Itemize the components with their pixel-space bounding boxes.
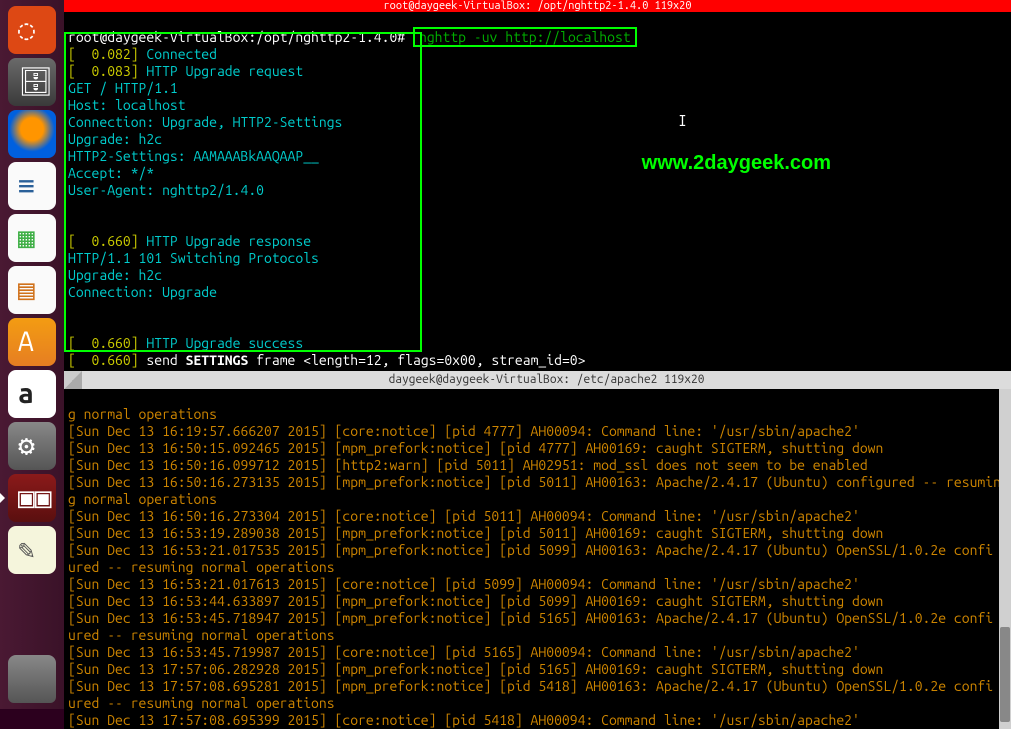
terminal-top-body[interactable]: root@daygeek-VirtualBox:/opt/nghttp2-1.4…	[64, 12, 1011, 369]
log-line: [Sun Dec 13 16:19:57.666207 2015] [core:…	[68, 423, 860, 439]
launcher-impress[interactable]: ▤	[8, 266, 56, 314]
log-line: [Sun Dec 13 17:57:08.695281 2015] [mpm_p…	[68, 678, 993, 694]
log-text: HTTP Upgrade request	[139, 63, 304, 79]
log-time: [ 0.660]	[68, 335, 139, 351]
document-icon: ≡	[18, 172, 46, 200]
firefox-icon	[18, 120, 46, 148]
log-time: [ 0.083]	[68, 63, 139, 79]
log-line: ured -- resuming normal operations	[68, 559, 335, 575]
log-line: Connection: Upgrade	[68, 284, 217, 300]
launcher-firefox[interactable]	[8, 110, 56, 158]
log-line: [Sun Dec 13 16:50:16.273135 2015] [mpm_p…	[68, 474, 1001, 490]
log-line: User-Agent: nghttp2/1.4.0	[68, 182, 264, 198]
log-time: [ 0.660]	[68, 352, 139, 368]
ubuntu-icon: ◌	[18, 16, 46, 44]
amazon-icon: a	[18, 380, 46, 408]
watermark: www.2daygeek.com	[642, 152, 831, 175]
launcher-files[interactable]: 🗄	[8, 58, 56, 106]
log-text: Connected	[139, 46, 217, 62]
trash-icon	[18, 665, 46, 693]
bag-icon: A	[18, 328, 46, 356]
log-line: GET / HTTP/1.1	[68, 80, 178, 96]
scrollbar[interactable]	[999, 389, 1011, 729]
log-line: [Sun Dec 13 16:50:15.092465 2015] [mpm_p…	[68, 440, 883, 456]
log-time: [ 0.082]	[68, 46, 139, 62]
resize-handle-icon[interactable]	[64, 371, 82, 389]
unity-launcher: ◌ 🗄 ≡ ▦ ▤ A a ⚙ ▣▣ ✎	[0, 0, 64, 709]
log-line: [Sun Dec 13 16:53:21.017613 2015] [core:…	[68, 576, 860, 592]
log-text: send	[139, 352, 186, 368]
terminal-bottom[interactable]: g normal operations [Sun Dec 13 16:19:57…	[64, 389, 1011, 729]
launcher-dash[interactable]: ◌	[8, 6, 56, 54]
log-line: [Sun Dec 13 17:57:06.282928 2015] [mpm_p…	[68, 661, 883, 677]
log-text: HTTP Upgrade success	[139, 335, 304, 351]
gear-icon: ⚙	[18, 432, 46, 460]
launcher-software[interactable]: A	[8, 318, 56, 366]
log-time: [ 0.660]	[68, 233, 139, 249]
log-line: ured -- resuming normal operations	[68, 627, 335, 643]
log-line: [Sun Dec 13 16:53:19.289038 2015] [mpm_p…	[68, 525, 883, 541]
presentation-icon: ▤	[18, 276, 46, 304]
terminal-bottom-title: daygeek@daygeek-VirtualBox: /etc/apache2…	[82, 371, 1011, 389]
terminal-bottom-title-bar[interactable]: daygeek@daygeek-VirtualBox: /etc/apache2…	[64, 371, 1011, 389]
spreadsheet-icon: ▦	[18, 224, 46, 252]
terminal-icon: ▣▣	[18, 484, 46, 512]
notepad-icon: ✎	[18, 536, 46, 564]
launcher-calc[interactable]: ▦	[8, 214, 56, 262]
log-line: Upgrade: h2c	[68, 131, 162, 147]
log-line: [Sun Dec 13 17:57:08.695399 2015] [core:…	[68, 712, 860, 728]
log-line: Accept: */*	[68, 165, 154, 181]
terminal-top[interactable]: root@daygeek-VirtualBox:/opt/nghttp2-1.4…	[64, 12, 1011, 371]
prompt: root@daygeek-VirtualBox:/opt/nghttp2-1.4…	[68, 29, 405, 45]
scrollbar-thumb[interactable]	[1000, 627, 1010, 722]
log-text: frame <length=12, flags=0x00, stream_id=…	[248, 352, 585, 368]
launcher-terminal[interactable]: ▣▣	[8, 474, 56, 522]
terminal-bottom-body[interactable]: g normal operations [Sun Dec 13 16:19:57…	[64, 389, 1011, 729]
log-line: Upgrade: h2c	[68, 267, 162, 283]
log-line: [Sun Dec 13 16:53:45.719987 2015] [core:…	[68, 644, 860, 660]
log-line: g normal operations	[68, 406, 217, 422]
text-cursor-icon: I	[678, 112, 687, 130]
log-line: [Sun Dec 13 16:53:45.718947 2015] [mpm_p…	[68, 610, 993, 626]
drawer-icon: 🗄	[18, 68, 46, 96]
log-line: g normal operations	[68, 491, 217, 507]
log-line: HTTP2-Settings: AAMAAABkAAQAAP__	[68, 148, 319, 164]
log-line: Host: localhost	[68, 97, 186, 113]
log-line: [Sun Dec 13 16:53:44.633897 2015] [mpm_p…	[68, 593, 883, 609]
log-line: [Sun Dec 13 16:53:21.017535 2015] [mpm_p…	[68, 542, 993, 558]
log-text: SETTINGS	[186, 352, 249, 368]
log-line: [Sun Dec 13 16:50:16.099712 2015] [http2…	[68, 457, 868, 473]
window-title-bar: root@daygeek-VirtualBox: /opt/nghttp2-1.…	[64, 0, 1011, 12]
command-highlight: nghttp -uv http://localhost	[413, 27, 637, 47]
log-text: HTTP Upgrade response	[139, 233, 311, 249]
launcher-writer[interactable]: ≡	[8, 162, 56, 210]
log-line: HTTP/1.1 101 Switching Protocols	[68, 250, 319, 266]
main-area: root@daygeek-VirtualBox: /opt/nghttp2-1.…	[64, 0, 1011, 709]
launcher-trash[interactable]	[8, 655, 56, 703]
launcher-amazon[interactable]: a	[8, 370, 56, 418]
launcher-gedit[interactable]: ✎	[8, 526, 56, 574]
launcher-settings[interactable]: ⚙	[8, 422, 56, 470]
log-line: Connection: Upgrade, HTTP2-Settings	[68, 114, 342, 130]
log-line: [Sun Dec 13 16:50:16.273304 2015] [core:…	[68, 508, 860, 524]
